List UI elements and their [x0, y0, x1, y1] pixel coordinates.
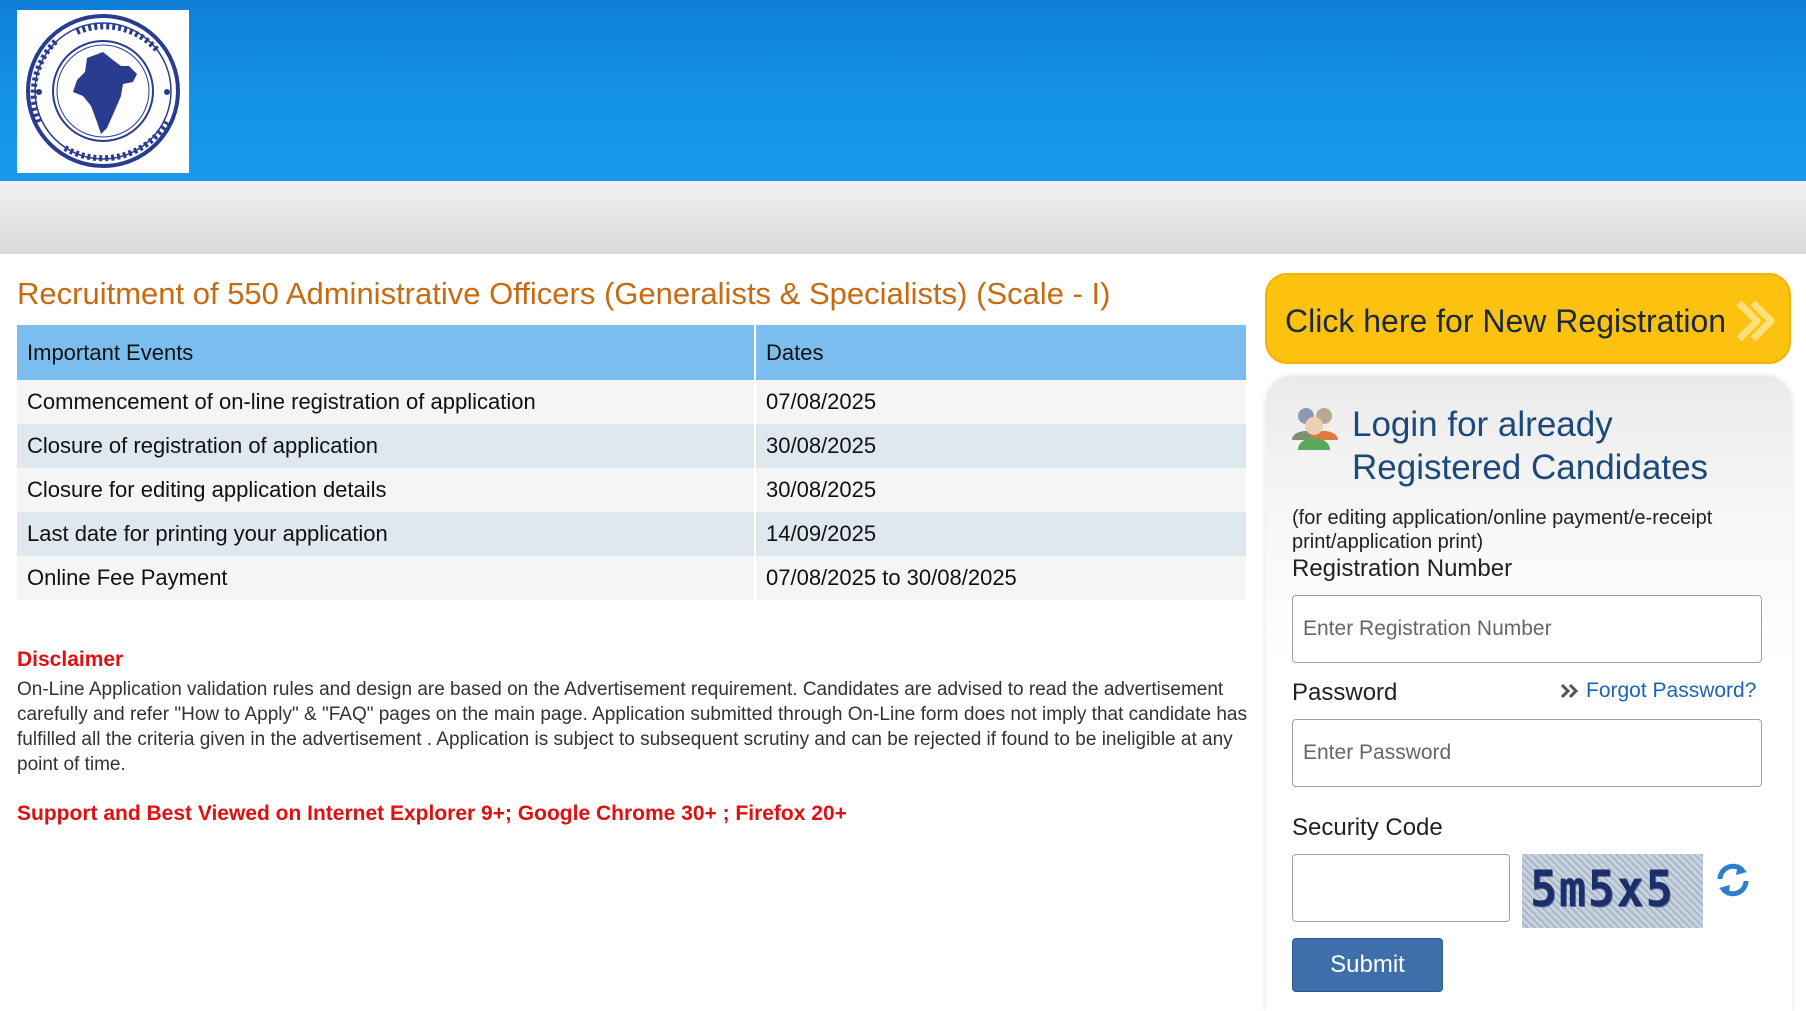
header-banner: [0, 0, 1806, 181]
india-map-logo-icon: [26, 14, 180, 168]
date-cell: 07/08/2025: [755, 380, 1248, 424]
column-header-dates: Dates: [755, 325, 1248, 380]
event-cell: Closure for editing application details: [17, 468, 756, 512]
disclaimer-text: On-Line Application validation rules and…: [17, 679, 1247, 775]
registration-number-input[interactable]: [1292, 595, 1762, 663]
table-header-row: Important Events Dates: [17, 325, 1248, 380]
page-title: Recruitment of 550 Administrative Office…: [17, 276, 1111, 311]
captcha-text: 5m5x5: [1530, 860, 1675, 918]
submit-button[interactable]: Submit: [1292, 938, 1443, 992]
table-row: Online Fee Payment 07/08/2025 to 30/08/2…: [17, 556, 1248, 600]
new-registration-button[interactable]: Click here for New Registration: [1265, 273, 1791, 364]
password-label: Password: [1292, 679, 1398, 706]
event-cell: Last date for printing your application: [17, 512, 756, 556]
login-title: Login for already Registered Candidates: [1352, 405, 1709, 487]
date-cell: 14/09/2025: [755, 512, 1248, 556]
company-logo[interactable]: [17, 10, 189, 173]
double-chevron-right-icon: [1560, 684, 1579, 699]
table-row: Commencement of on-line registration of …: [17, 380, 1248, 424]
refresh-icon[interactable]: [1714, 861, 1752, 899]
event-cell: Commencement of on-line registration of …: [17, 380, 756, 424]
table-row: Closure for editing application details …: [17, 468, 1248, 512]
event-cell: Closure of registration of application: [17, 424, 756, 468]
important-events-table: Important Events Dates Commencement of o…: [17, 325, 1248, 600]
login-panel: Login for already Registered Candidates …: [1266, 376, 1792, 1011]
security-code-label: Security Code: [1292, 814, 1443, 841]
date-cell: 07/08/2025 to 30/08/2025: [755, 556, 1248, 600]
forgot-password-link[interactable]: Forgot Password?: [1560, 679, 1756, 703]
security-code-input[interactable]: [1292, 854, 1510, 922]
date-cell: 30/08/2025: [755, 468, 1248, 512]
event-cell: Online Fee Payment: [17, 556, 756, 600]
new-registration-label: Click here for New Registration: [1285, 303, 1727, 339]
column-header-events: Important Events: [17, 325, 756, 380]
date-cell: 30/08/2025: [755, 424, 1248, 468]
password-input[interactable]: [1292, 719, 1762, 787]
login-note: (for editing application/online payment/…: [1292, 507, 1713, 553]
captcha-image: 5m5x5: [1522, 854, 1703, 928]
disclaimer-heading: Disclaimer: [17, 648, 124, 671]
navigation-bar: [0, 181, 1806, 254]
browser-support-note: Support and Best Viewed on Internet Expl…: [17, 802, 847, 825]
table-row: Closure of registration of application 3…: [17, 424, 1248, 468]
forgot-password-label: Forgot Password?: [1586, 679, 1757, 702]
table-row: Last date for printing your application …: [17, 512, 1248, 556]
users-icon: [1292, 408, 1338, 450]
double-chevron-right-icon: [1736, 300, 1775, 342]
registration-number-label: Registration Number: [1292, 555, 1513, 582]
